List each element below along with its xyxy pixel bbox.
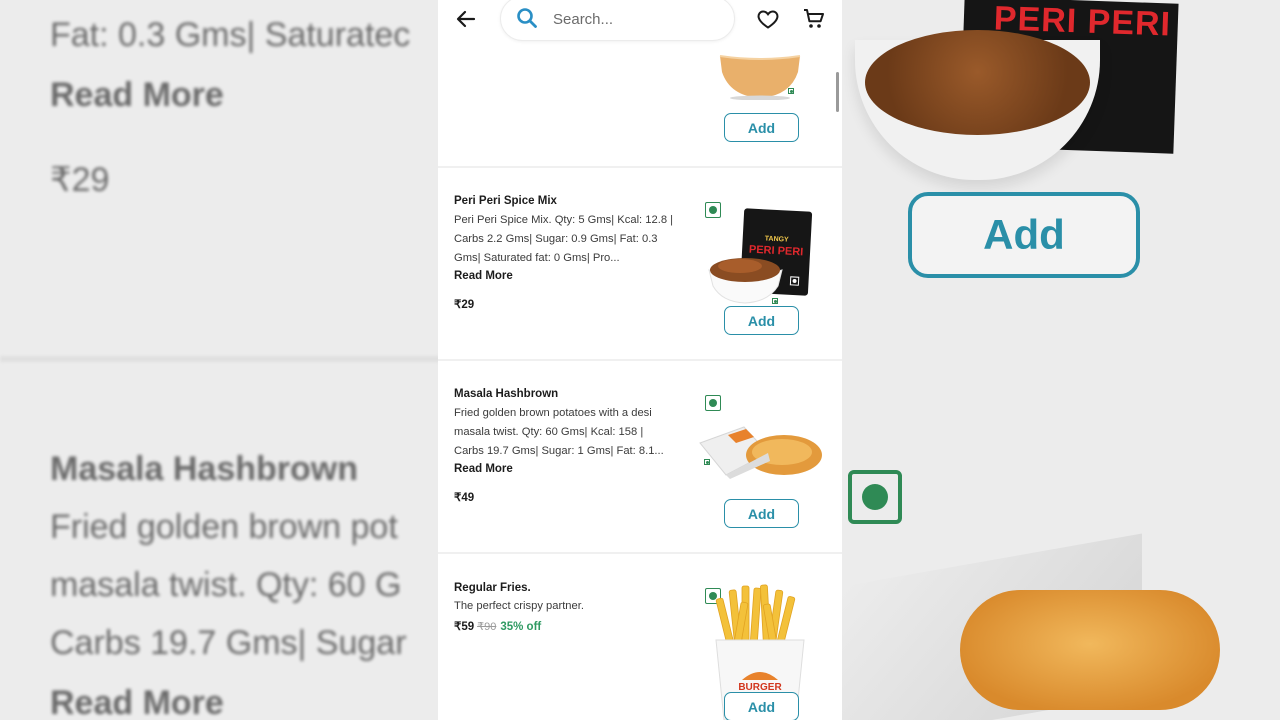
- background-left-zoom: Fat: 0.3 Gms| Saturatec Read More ₹29 Ma…: [0, 0, 440, 720]
- item-price: ₹49: [454, 492, 475, 504]
- search-input[interactable]: [553, 7, 723, 31]
- spice-mix-image: TANGY PERI PERI: [706, 208, 816, 313]
- background-spice: [865, 30, 1090, 135]
- add-button[interactable]: Add: [724, 113, 799, 142]
- add-button[interactable]: Add: [724, 499, 799, 528]
- add-button[interactable]: Add: [724, 306, 799, 335]
- arrow-left-icon: [456, 10, 476, 28]
- app-screen: Add Peri Peri Spice Mix Peri Peri Spice …: [438, 0, 842, 720]
- wishlist-button[interactable]: [756, 7, 780, 31]
- menu-item: Peri Peri Spice Mix Peri Peri Spice Mix.…: [438, 168, 842, 359]
- item-description: Fried golden brown potatoes with a desi …: [454, 407, 664, 457]
- veg-indicator-icon: [704, 459, 710, 465]
- background-text: masala twist. Qty: 60 G: [50, 566, 402, 604]
- top-bar: [438, 0, 842, 41]
- item-original-price: ₹90: [477, 621, 497, 633]
- dip-image: [718, 54, 802, 105]
- cart-button[interactable]: [802, 7, 826, 31]
- background-text: Masala Hashbrown: [50, 450, 358, 488]
- scrollbar[interactable]: [836, 72, 839, 112]
- item-description: The perfect crispy partner.: [454, 600, 584, 612]
- hashbrown-image: [698, 421, 824, 486]
- background-text: Read More: [50, 76, 224, 114]
- background-add-button: Add: [908, 192, 1140, 278]
- read-more-link[interactable]: Read More: [454, 270, 513, 282]
- add-button[interactable]: Add: [724, 692, 799, 720]
- back-button[interactable]: [454, 7, 478, 31]
- background-text: Fried golden brown pot: [50, 508, 398, 546]
- search-bar[interactable]: [500, 0, 735, 41]
- menu-item: Masala Hashbrown Fried golden brown pota…: [438, 361, 842, 552]
- read-more-link[interactable]: Read More: [454, 463, 513, 475]
- discount-badge: 35% off: [500, 621, 542, 633]
- background-text: Fat: 0.3 Gms| Saturatec: [50, 16, 411, 54]
- item-name: Regular Fries.: [454, 582, 531, 594]
- item-price-row: ₹59 ₹90 35% off: [454, 619, 541, 633]
- item-name: Peri Peri Spice Mix: [454, 195, 557, 207]
- item-description: Peri Peri Spice Mix. Qty: 5 Gms| Kcal: 1…: [454, 214, 674, 264]
- menu-item: Regular Fries. The perfect crispy partne…: [438, 554, 842, 720]
- background-text: Read More: [50, 684, 224, 720]
- heart-icon: [757, 10, 779, 29]
- background-text: Carbs 19.7 Gms| Sugar: [50, 624, 407, 662]
- background-text: ₹29: [50, 161, 110, 199]
- veg-indicator-icon: [772, 298, 778, 304]
- item-price: ₹29: [454, 299, 475, 311]
- veg-indicator-icon: [788, 88, 794, 94]
- background-divider: [0, 356, 440, 362]
- item-price: ₹59: [454, 621, 475, 633]
- menu-item: Add: [438, 40, 842, 167]
- background-veg-icon: [848, 470, 902, 524]
- search-icon: [517, 8, 537, 28]
- cart-icon: [804, 9, 824, 28]
- item-name: Masala Hashbrown: [454, 388, 559, 400]
- pack-brand-text: TANGY: [765, 235, 790, 243]
- veg-indicator-icon: [705, 395, 721, 411]
- background-hashbrown: [960, 590, 1220, 710]
